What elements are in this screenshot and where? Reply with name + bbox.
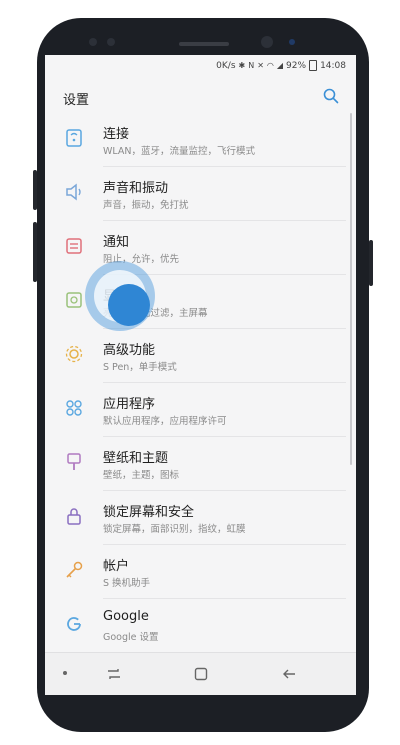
mute-icon: ✕ <box>257 61 264 70</box>
key-icon <box>63 559 85 581</box>
sensor-icon <box>89 38 97 46</box>
item-label: Google <box>103 609 149 624</box>
bluetooth-icon: ✱ <box>238 61 246 70</box>
wallpaper-icon <box>63 451 85 473</box>
item-label: 高级功能 <box>103 343 156 358</box>
display-icon <box>63 289 85 311</box>
clock: 14:08 <box>320 60 346 71</box>
navigation-bar <box>45 652 356 695</box>
settings-list: 连接 WLAN，蓝牙，流量监控，飞行模式 声音和振动 声音，振动，免打扰 通知 … <box>45 113 356 653</box>
search-icon[interactable] <box>322 87 340 105</box>
lock-icon <box>63 505 85 527</box>
settings-item-apps[interactable]: 应用程序 默认应用程序，应用程序许可 <box>45 383 356 437</box>
page-title: 设置 <box>63 93 90 108</box>
sound-icon <box>63 181 85 203</box>
settings-item-google[interactable]: Google Google 设置 <box>45 599 356 653</box>
google-icon <box>63 613 85 635</box>
home-icon[interactable] <box>192 665 210 683</box>
settings-item-lock-screen[interactable]: 锁定屏幕和安全 锁定屏幕，面部识别，指纹，虹膜 <box>45 491 356 545</box>
wifi-icon: ◠ <box>266 61 274 70</box>
item-subtitle: 锁定屏幕，面部识别，指纹，虹膜 <box>103 524 246 535</box>
item-label: 壁纸和主题 <box>103 451 169 466</box>
item-label: 声音和振动 <box>103 181 169 196</box>
network-speed: 0K/s <box>216 60 236 71</box>
nav-dot-icon <box>63 671 67 675</box>
recent-apps-icon[interactable] <box>105 665 123 683</box>
item-subtitle: 默认应用程序，应用程序许可 <box>103 416 227 427</box>
back-icon[interactable] <box>280 665 298 683</box>
top-bezel <box>37 18 369 60</box>
power-button <box>369 240 373 286</box>
advanced-features-icon <box>63 343 85 365</box>
nfc-icon: N <box>248 61 255 70</box>
settings-item-sound[interactable]: 声音和振动 声音，振动，免打扰 <box>45 167 356 221</box>
item-label: 通知 <box>103 235 130 250</box>
item-label: 锁定屏幕和安全 <box>103 505 195 520</box>
bixby-button <box>33 222 37 282</box>
item-label: 应用程序 <box>103 397 156 412</box>
item-subtitle: Google 设置 <box>103 632 159 643</box>
scrollbar[interactable] <box>350 113 352 465</box>
battery-icon <box>309 60 318 71</box>
settings-item-connections[interactable]: 连接 WLAN，蓝牙，流量监控，飞行模式 <box>45 113 356 167</box>
settings-item-accounts[interactable]: 帐户 S 换机助手 <box>45 545 356 599</box>
earpiece-speaker <box>179 42 229 46</box>
settings-item-wallpaper[interactable]: 壁纸和主题 壁纸，主题，图标 <box>45 437 356 491</box>
app-header: 设置 <box>45 77 356 115</box>
notifications-icon <box>63 235 85 257</box>
touch-indicator <box>85 261 155 331</box>
sensor-icon <box>107 38 115 46</box>
item-subtitle: S Pen，单手模式 <box>103 362 177 373</box>
phone-screen: 0K/s ✱ N ✕ ◠ ◢ 92% 14:08 设置 连接 WLAN，蓝牙，流… <box>45 55 356 695</box>
connections-icon <box>63 127 85 149</box>
signal-icon: ◢ <box>276 61 284 70</box>
item-subtitle: 壁纸，主题，图标 <box>103 470 180 481</box>
front-camera-icon <box>261 36 273 48</box>
settings-item-advanced[interactable]: 高级功能 S Pen，单手模式 <box>45 329 356 383</box>
item-subtitle: WLAN，蓝牙，流量监控，飞行模式 <box>103 146 256 157</box>
indicator-led-icon <box>289 39 295 45</box>
item-subtitle: 声音，振动，免打扰 <box>103 200 189 211</box>
item-label: 帐户 <box>103 559 130 574</box>
apps-icon <box>63 397 85 419</box>
settings-item-notifications[interactable]: 通知 阻止，允许，优先 <box>45 221 356 275</box>
item-label: 连接 <box>103 127 130 142</box>
volume-button <box>33 170 37 210</box>
item-subtitle: S 换机助手 <box>103 578 151 589</box>
touch-point <box>108 284 150 326</box>
touch-ring <box>94 270 150 326</box>
status-bar: 0K/s ✱ N ✕ ◠ ◢ 92% 14:08 <box>45 55 356 77</box>
battery-percent: 92% <box>286 60 307 71</box>
